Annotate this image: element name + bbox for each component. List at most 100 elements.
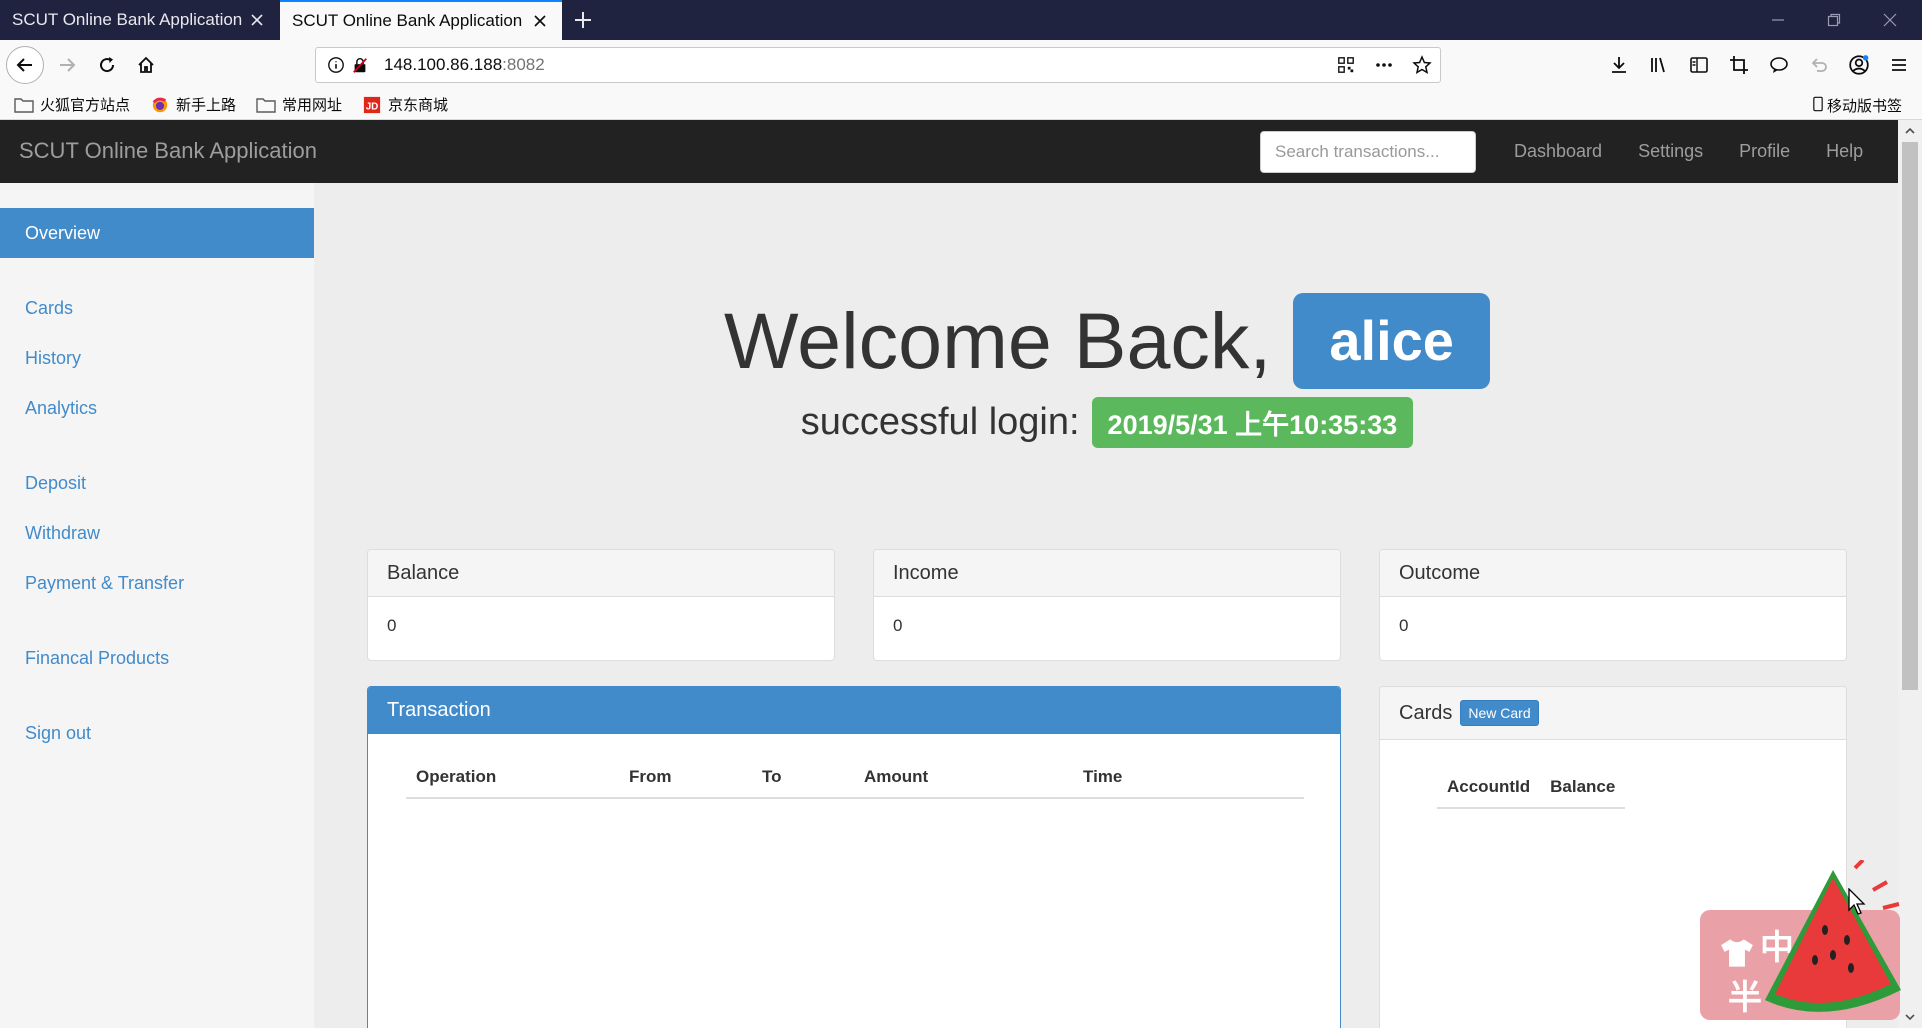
new-card-button[interactable]: New Card [1460, 700, 1539, 726]
sidebar-item-cards[interactable]: Cards [0, 283, 314, 333]
search-transactions-input[interactable] [1260, 131, 1476, 173]
sidebar-item-payment-transfer[interactable]: Payment & Transfer [0, 558, 314, 608]
minimize-icon[interactable] [1750, 0, 1806, 40]
panel-title: Transaction [368, 687, 1340, 734]
sidebar-item-deposit[interactable]: Deposit [0, 458, 314, 508]
jd-icon: JD [362, 96, 382, 114]
transaction-table: Operation From To Amount Time [406, 757, 1304, 799]
column-header: Operation [406, 757, 619, 799]
browser-tab-2-active[interactable]: SCUT Online Bank Application [280, 0, 562, 40]
panel-title: Income [874, 550, 1340, 597]
info-icon[interactable] [324, 53, 348, 77]
new-tab-plus-icon[interactable] [568, 6, 598, 34]
panel-title: Cards [1399, 701, 1453, 724]
top-nav-links: Dashboard Settings Profile Help [1496, 120, 1881, 183]
watermelon-mascot-icon [1765, 860, 1901, 1012]
bookmarks-toolbar: 火狐官方站点 新手上路 常用网址 JD 京东商城 移动版书签 [0, 90, 1922, 120]
back-arrow-icon[interactable] [6, 46, 44, 84]
mobile-bookmarks-label: 移动版书签 [1826, 98, 1902, 115]
column-header: Balance [1540, 767, 1626, 809]
mobile-phone-icon [1813, 96, 1823, 116]
bookmark-item[interactable]: 火狐官方站点 [14, 94, 130, 115]
welcome-greeting: Welcome Back, [724, 296, 1272, 385]
login-time-badge: 2019/5/31 上午10:35:33 [1091, 397, 1414, 448]
sidebar-toggle-icon[interactable] [1684, 48, 1714, 82]
bookmark-item[interactable]: 新手上路 [150, 94, 236, 115]
more-actions-icon[interactable] [1372, 53, 1396, 77]
app-navbar: SCUT Online Bank Application Dashboard S… [0, 120, 1898, 183]
login-info: successful login: 2019/5/31 上午10:35:33 [801, 397, 1414, 448]
bookmark-item[interactable]: 常用网址 [256, 94, 342, 115]
chat-bubble-icon[interactable] [1764, 48, 1794, 82]
bookmark-label: 京东商城 [388, 97, 449, 114]
folder-icon [256, 96, 276, 114]
app-brand[interactable]: SCUT Online Bank Application [19, 138, 317, 164]
main-content: Welcome Back, alice successful login: 20… [316, 183, 1898, 1028]
sidebar: Overview Cards History Analytics Deposit… [0, 183, 315, 1028]
menu-hamburger-icon[interactable] [1884, 48, 1914, 82]
sidebar-item-overview[interactable]: Overview [0, 208, 314, 258]
outcome-value: 0 [1399, 616, 1409, 635]
forward-arrow-icon[interactable] [50, 48, 84, 82]
reload-icon[interactable] [90, 48, 124, 82]
cards-panel-heading: Cards New Card [1380, 687, 1846, 740]
svg-text:JD: JD [366, 101, 379, 112]
close-icon[interactable] [530, 11, 550, 31]
bookmark-label: 新手上路 [176, 97, 237, 114]
bookmark-label: 火狐官方站点 [40, 97, 131, 114]
cards-table: AccountId Balance [1437, 767, 1626, 809]
outcome-panel: Outcome 0 [1379, 549, 1847, 661]
sidebar-item-sign-out[interactable]: Sign out [0, 708, 314, 758]
column-header: From [619, 757, 752, 799]
tab-title: SCUT Online Bank Application [292, 11, 523, 30]
home-icon[interactable] [129, 48, 163, 82]
sidebar-item-withdraw[interactable]: Withdraw [0, 508, 314, 558]
window-close-icon[interactable] [1862, 0, 1918, 40]
column-header: Amount [854, 757, 1073, 799]
welcome-heading: Welcome Back, alice [724, 293, 1490, 389]
bookmark-label: 常用网址 [282, 97, 343, 114]
nav-link-settings[interactable]: Settings [1620, 120, 1721, 183]
scroll-thumb[interactable] [1902, 142, 1918, 690]
close-icon[interactable] [247, 10, 267, 30]
insecure-lock-icon[interactable] [348, 53, 372, 77]
sidebar-item-financial-products[interactable]: Financal Products [0, 633, 314, 683]
bookmark-star-icon[interactable] [1410, 53, 1434, 77]
sidebar-item-history[interactable]: History [0, 333, 314, 383]
url-bar[interactable]: 148.100.86.188:8082 [315, 47, 1441, 83]
scroll-down-arrow-icon[interactable] [1903, 1010, 1917, 1024]
column-header: AccountId [1437, 767, 1541, 809]
sidebar-item-analytics[interactable]: Analytics [0, 383, 314, 433]
library-icon[interactable] [1644, 48, 1674, 82]
welcome-section: Welcome Back, alice successful login: 20… [316, 293, 1898, 448]
undo-icon[interactable] [1804, 48, 1834, 82]
bookmark-item[interactable]: JD 京东商城 [362, 94, 448, 115]
download-icon[interactable] [1604, 48, 1634, 82]
tshirt-icon [1720, 938, 1754, 973]
url-text: 148.100.86.188:8082 [384, 55, 545, 75]
browser-tab-1[interactable]: SCUT Online Bank Application [0, 0, 279, 40]
url-host: 148.100.86.188 [384, 55, 503, 74]
folder-icon [14, 96, 34, 114]
scroll-up-arrow-icon[interactable] [1903, 124, 1917, 138]
nav-link-dashboard[interactable]: Dashboard [1496, 120, 1620, 183]
nav-link-help[interactable]: Help [1808, 120, 1881, 183]
browser-tab-bar: SCUT Online Bank Application SCUT Online… [0, 0, 1922, 40]
screenshot-crop-icon[interactable] [1724, 48, 1754, 82]
mouse-cursor-icon [1848, 888, 1866, 915]
restore-icon[interactable] [1806, 0, 1862, 40]
account-icon[interactable] [1844, 48, 1874, 82]
panel-title: Outcome [1380, 550, 1846, 597]
qr-code-icon[interactable] [1334, 53, 1358, 77]
nav-link-profile[interactable]: Profile [1721, 120, 1808, 183]
panel-title: Balance [368, 550, 834, 597]
table-header-row: AccountId Balance [1437, 767, 1626, 809]
transaction-panel: Transaction Operation From To Amount Tim… [367, 686, 1341, 1028]
tab-title: SCUT Online Bank Application [12, 10, 243, 29]
income-value: 0 [893, 616, 903, 635]
login-label: successful login: [800, 401, 1080, 443]
column-header: Time [1073, 757, 1304, 799]
mobile-bookmarks[interactable]: 移动版书签 [1813, 95, 1902, 116]
